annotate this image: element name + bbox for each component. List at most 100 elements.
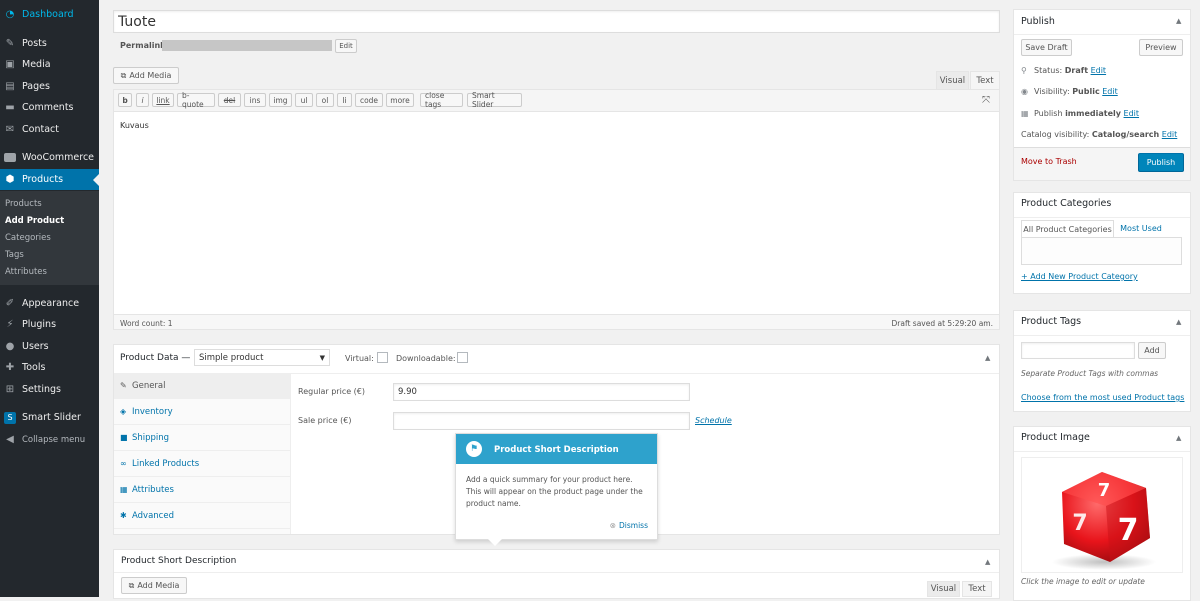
image-caption: Click the image to edit or update xyxy=(1021,577,1145,586)
menu-posts[interactable]: ✎ Posts xyxy=(0,33,99,54)
qt-link-button[interactable]: link xyxy=(152,93,174,107)
tab-text[interactable]: Text xyxy=(970,71,1000,89)
visibility-edit-link[interactable]: Edit xyxy=(1102,87,1118,96)
visibility-row: ◉ Visibility: Public Edit xyxy=(1021,87,1118,96)
menu-collapse[interactable]: ◀ Collapse menu xyxy=(0,429,99,450)
virtual-checkbox[interactable] xyxy=(377,352,388,363)
toggle-arrow-icon[interactable]: ▲ xyxy=(985,354,990,362)
menu-woocommerce[interactable]: WooCommerce xyxy=(0,147,99,168)
submenu-categories[interactable]: Categories xyxy=(5,233,51,243)
publish-date-edit-link[interactable]: Edit xyxy=(1124,109,1140,118)
tab-linked-products[interactable]: ∞ Linked Products xyxy=(114,451,290,477)
tab-advanced[interactable]: ✱ Advanced xyxy=(114,503,290,529)
menu-dashboard[interactable]: ◔ Dashboard xyxy=(0,4,99,25)
fullscreen-icon[interactable]: ⤧ xyxy=(982,95,990,106)
qt-code-button[interactable]: code xyxy=(355,93,383,107)
short-description-tab-visual[interactable]: Visual xyxy=(927,581,960,597)
menu-smart-slider[interactable]: S Smart Slider xyxy=(0,407,99,428)
preview-button[interactable]: Preview xyxy=(1139,39,1183,56)
title-input[interactable] xyxy=(113,10,1000,33)
add-media-button[interactable]: ⧉ Add Media xyxy=(113,67,179,84)
tab-shipping[interactable]: ■ Shipping xyxy=(114,425,290,451)
qt-ins-button[interactable]: ins xyxy=(244,93,266,107)
downloadable-checkbox[interactable] xyxy=(457,352,468,363)
inventory-icon: ◈ xyxy=(120,407,127,416)
product-image[interactable]: 7 7 7 xyxy=(1021,457,1183,573)
qt-more-button[interactable]: more xyxy=(386,93,414,107)
draft-saved-status: Draft saved at 5:29:20 am. xyxy=(891,319,994,328)
catalog-visibility-edit-link[interactable]: Edit xyxy=(1162,130,1178,139)
submenu-products[interactable]: Products xyxy=(5,199,42,209)
sale-price-input[interactable] xyxy=(393,412,690,430)
qt-li-button[interactable]: li xyxy=(337,93,352,107)
qt-smart-slider-button[interactable]: Smart Slider xyxy=(467,91,522,109)
pointer-title: Product Short Description xyxy=(494,445,619,455)
toggle-arrow-icon[interactable]: ▲ xyxy=(1176,318,1181,326)
qt-close-tags-button[interactable]: close tags xyxy=(420,91,463,109)
tag-input[interactable] xyxy=(1021,342,1135,359)
svg-text:7: 7 xyxy=(1072,511,1087,536)
tab-attributes[interactable]: ▦ Attributes xyxy=(114,477,290,503)
save-draft-button[interactable]: Save Draft xyxy=(1021,39,1072,56)
submenu-add-product[interactable]: Add Product xyxy=(5,216,64,226)
flag-icon: ⚑ xyxy=(466,441,482,457)
menu-contact[interactable]: ✉ Contact xyxy=(0,119,99,140)
editor-status-bar xyxy=(114,314,999,329)
menu-tools[interactable]: ✚ Tools xyxy=(0,357,99,378)
menu-comments[interactable]: ▬ Comments xyxy=(0,97,99,118)
eye-icon: ◉ xyxy=(1021,87,1028,96)
menu-plugins[interactable]: ⚡ Plugins xyxy=(0,314,99,335)
add-new-category-link[interactable]: + Add New Product Category xyxy=(1021,272,1138,281)
regular-price-input[interactable] xyxy=(393,383,690,401)
menu-products[interactable]: ⬢ Products xyxy=(0,169,99,190)
truck-icon: ■ xyxy=(120,433,128,442)
tab-most-used-categories[interactable]: Most Used xyxy=(1116,220,1166,237)
permalink-url[interactable] xyxy=(162,40,332,51)
admin-sidebar: ◔ Dashboard ✎ Posts ▣ Media ▤ Pages ▬ Comment… xyxy=(0,0,99,597)
short-description-add-media-button[interactable]: ⧉ Add Media xyxy=(121,577,187,594)
product-type-select[interactable]: Simple product ▼ xyxy=(194,349,330,366)
menu-media[interactable]: ▣ Media xyxy=(0,54,99,75)
pointer-arrow xyxy=(488,539,502,546)
menu-users[interactable]: ● Users xyxy=(0,336,99,357)
qt-bquote-button[interactable]: b-quote xyxy=(177,91,215,109)
short-description-tab-text[interactable]: Text xyxy=(962,581,992,597)
tab-general[interactable]: ✎ General xyxy=(114,373,290,399)
choose-most-used-tags-link[interactable]: Choose from the most used Product tags xyxy=(1021,393,1184,402)
tab-inventory[interactable]: ◈ Inventory xyxy=(114,399,290,425)
move-to-trash-link[interactable]: Move to Trash xyxy=(1021,157,1077,166)
add-tag-button[interactable]: Add xyxy=(1138,342,1166,359)
qt-ol-button[interactable]: ol xyxy=(316,93,334,107)
qt-italic-button[interactable]: i xyxy=(136,93,149,107)
qt-bold-button[interactable]: b xyxy=(118,93,132,107)
qt-img-button[interactable]: img xyxy=(269,93,292,107)
toggle-arrow-icon[interactable]: ▲ xyxy=(985,558,990,566)
permalink-edit-button[interactable]: Edit xyxy=(335,39,357,53)
menu-settings[interactable]: ⊞ Settings xyxy=(0,379,99,400)
editor-content[interactable]: Kuvaus xyxy=(120,121,149,130)
sale-price-label: Sale price (€) xyxy=(298,416,352,425)
downloadable-label: Downloadable: xyxy=(396,354,456,363)
status-row: ⚲ Status: Draft Edit xyxy=(1021,66,1107,75)
menu-appearance[interactable]: ✐ Appearance xyxy=(0,293,99,314)
submenu-tags[interactable]: Tags xyxy=(5,250,24,260)
qt-del-button[interactable]: del xyxy=(218,93,241,107)
product-data-label: Product Data — xyxy=(120,353,191,363)
publish-button[interactable]: Publish xyxy=(1138,153,1184,172)
menu-pages[interactable]: ▤ Pages xyxy=(0,76,99,97)
tags-help-text: Separate Product Tags with commas xyxy=(1021,369,1159,378)
schedule-link[interactable]: Schedule xyxy=(695,416,732,425)
toggle-arrow-icon[interactable]: ▲ xyxy=(1176,434,1181,442)
status-edit-link[interactable]: Edit xyxy=(1091,66,1107,75)
pointer-dismiss-button[interactable]: ⊗ Dismiss xyxy=(610,521,648,530)
qt-ul-button[interactable]: ul xyxy=(295,93,313,107)
submenu-attributes[interactable]: Attributes xyxy=(5,267,47,277)
tab-visual[interactable]: Visual xyxy=(936,71,969,89)
toggle-arrow-icon[interactable]: ▲ xyxy=(1176,17,1181,25)
link-icon: ∞ xyxy=(120,459,127,468)
categories-checklist[interactable] xyxy=(1021,237,1182,265)
svg-text:7: 7 xyxy=(1118,513,1139,548)
tab-all-categories[interactable]: All Product Categories xyxy=(1021,220,1114,237)
brush-icon: ✐ xyxy=(5,298,15,309)
publish-date-row: ▦ Publish immediately Edit xyxy=(1021,109,1140,118)
